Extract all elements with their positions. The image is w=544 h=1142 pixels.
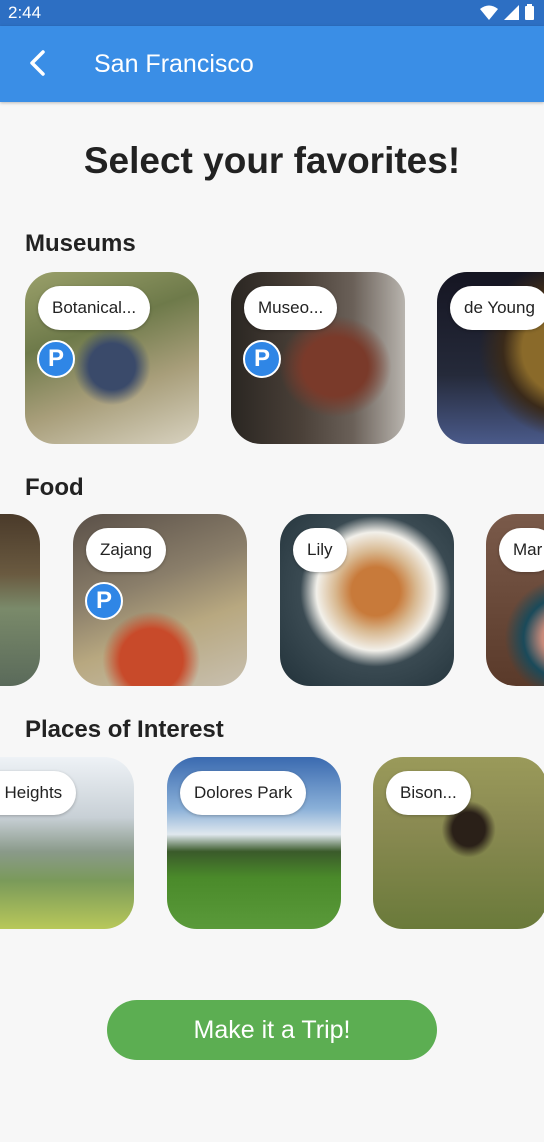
card-label: ernal Heights — [0, 771, 77, 815]
section-title-places: Places of Interest — [25, 716, 224, 743]
page-heading: Select your favorites! — [83, 140, 461, 181]
food-row: Zajang P Lily Mar — [0, 514, 544, 690]
back-button[interactable] — [22, 48, 52, 78]
parking-badge-icon: P — [37, 340, 75, 378]
signal-icon — [504, 4, 519, 20]
status-bar: 2:44 — [0, 0, 544, 26]
section-title-museums: Museums — [25, 230, 136, 257]
parking-badge-icon: P — [85, 582, 123, 620]
card-label: Dolores Park — [180, 771, 307, 815]
make-trip-button[interactable]: Make it a Trip! — [107, 1000, 437, 1060]
card-food-partial[interactable] — [0, 514, 40, 686]
card-museo[interactable]: Museo... P — [231, 272, 405, 444]
battery-icon — [525, 4, 534, 20]
back-arrow-icon — [30, 50, 45, 76]
museums-row: Botanical... P Museo... P de Young — [0, 272, 544, 448]
card-de-young[interactable]: de Young — [437, 272, 544, 444]
card-zajang[interactable]: Zajang P — [73, 514, 247, 686]
card-label: Botanical... — [38, 286, 151, 330]
app-bar-title: San Francisco — [94, 50, 254, 78]
card-label: Lily — [293, 528, 347, 572]
card-label: Mar — [499, 528, 544, 572]
card-label: Bison... — [386, 771, 471, 815]
card-label: Museo... — [244, 286, 338, 330]
app-bar: San Francisco — [0, 26, 544, 102]
section-title-food: Food — [25, 474, 84, 501]
status-time: 2:44 — [8, 3, 42, 22]
wifi-icon — [480, 5, 498, 20]
restaurant-photo — [0, 514, 40, 686]
parking-badge-icon: P — [243, 340, 281, 378]
card-label: Zajang — [86, 528, 166, 572]
card-bernal-heights[interactable]: ernal Heights — [0, 757, 134, 929]
card-lily[interactable]: Lily — [280, 514, 454, 686]
card-mar[interactable]: Mar — [486, 514, 544, 686]
card-botanical[interactable]: Botanical... P — [25, 272, 199, 444]
card-dolores-park[interactable]: Dolores Park — [167, 757, 341, 929]
card-label: de Young — [450, 286, 544, 330]
places-row: ernal Heights Dolores Park Bison... — [0, 757, 544, 933]
card-bison[interactable]: Bison... — [373, 757, 544, 929]
